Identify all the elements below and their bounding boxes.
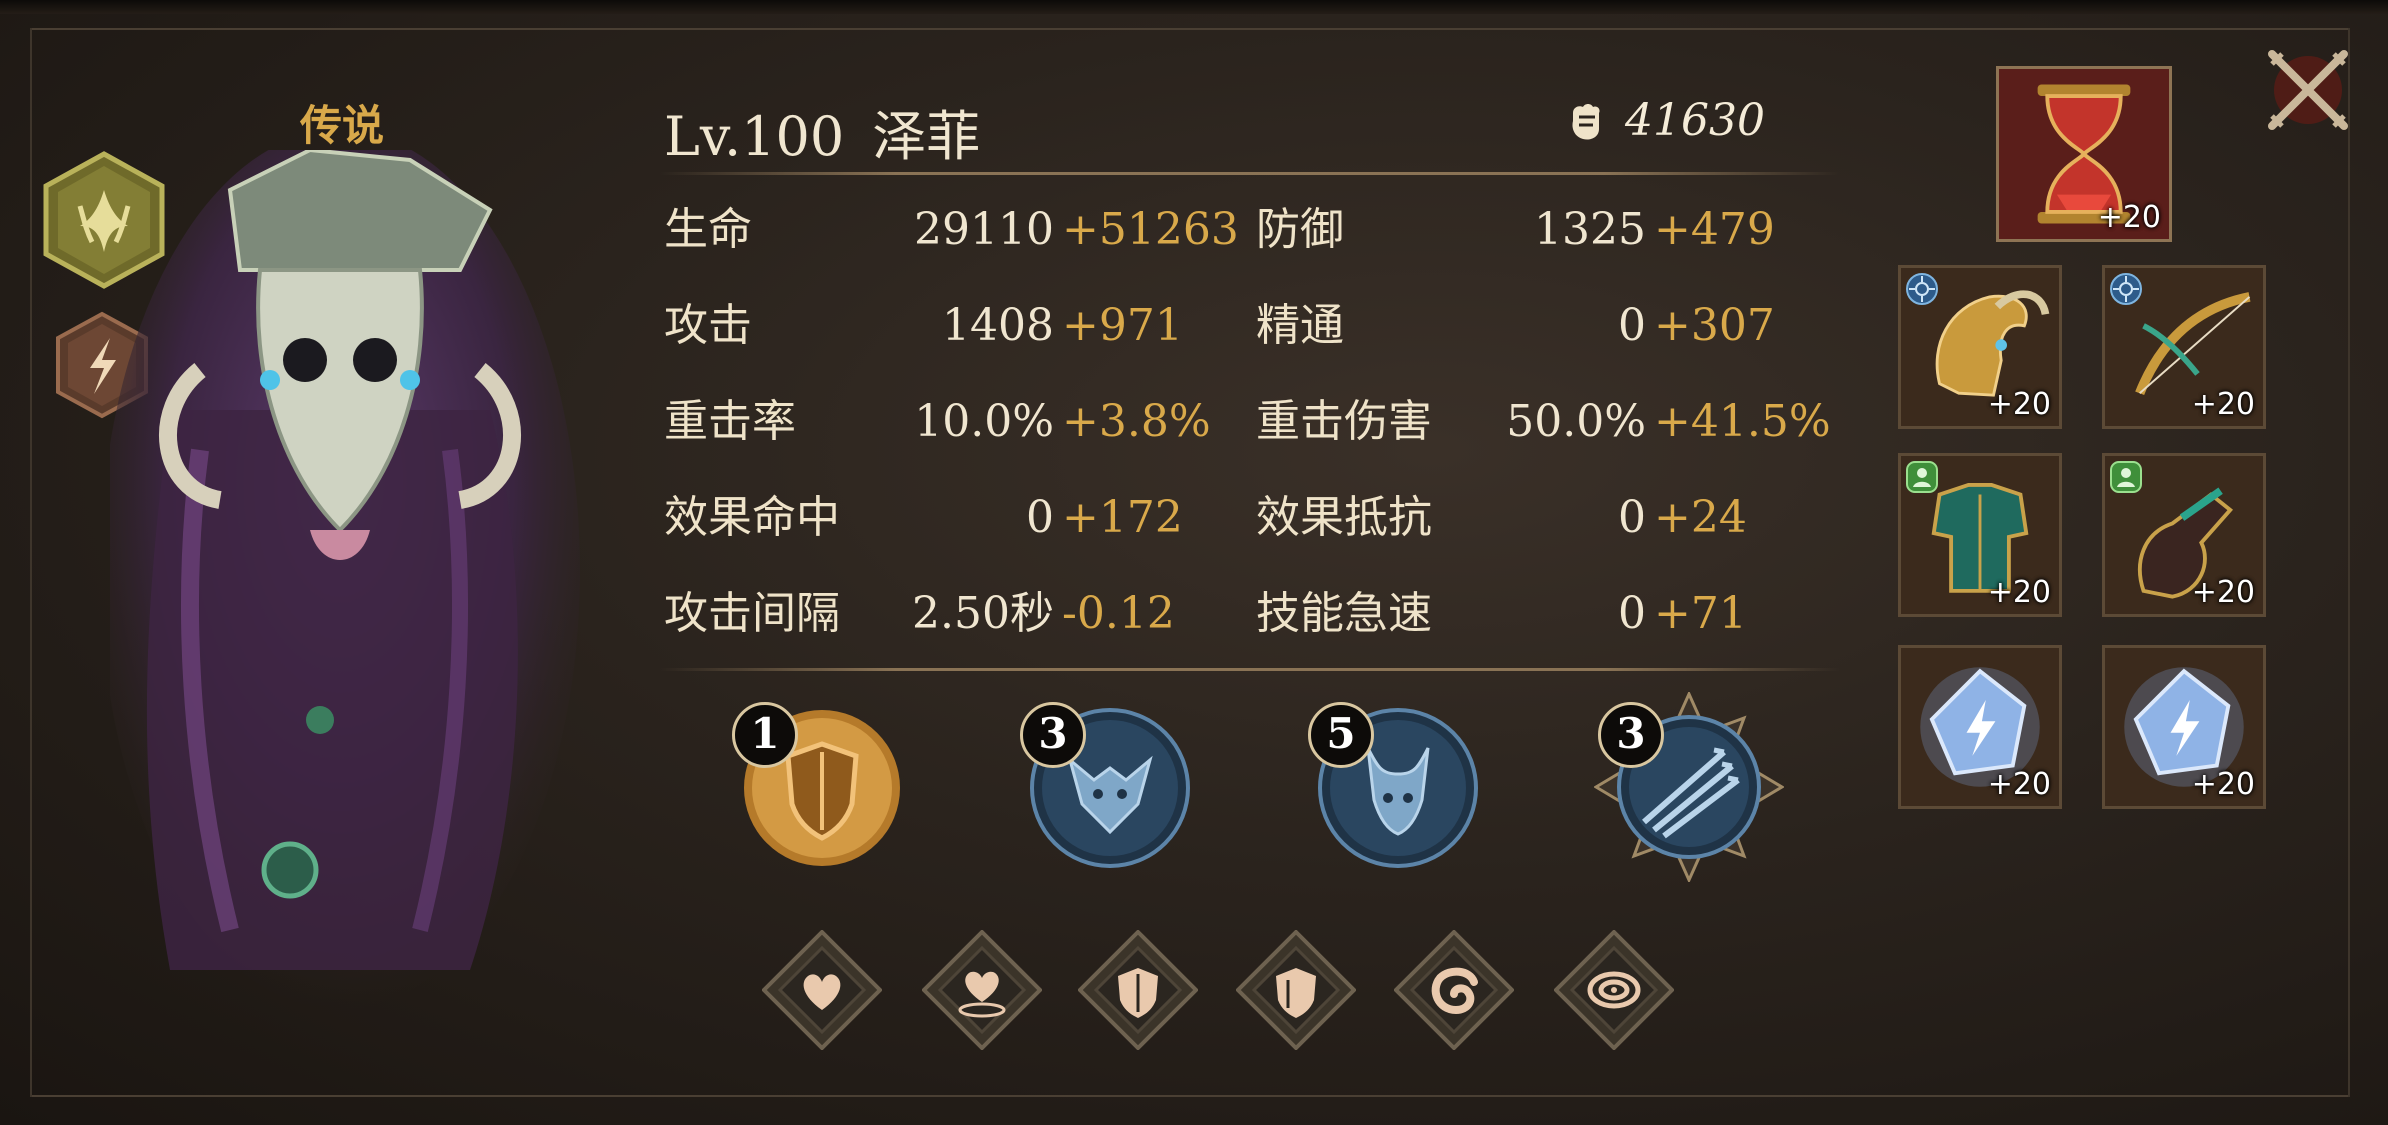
stat-bonus: +172 <box>1062 492 1183 543</box>
target-badge-icon <box>2110 273 2142 305</box>
panel-border <box>30 28 2350 30</box>
stat-base: 1325 <box>1534 204 1646 255</box>
heart-aura-rune-icon[interactable] <box>922 930 1042 1050</box>
top-strip <box>0 0 2388 14</box>
hero-portrait <box>110 150 580 1010</box>
stat-base: 0 <box>1618 300 1646 351</box>
hero-level: Lv.100 <box>664 105 845 168</box>
stat-base: 29110 <box>914 204 1054 255</box>
stat-bonus: +479 <box>1654 204 1775 255</box>
item-level: +20 <box>1987 575 2051 610</box>
item-level: +20 <box>2097 200 2161 235</box>
stat-base: 1408 <box>942 300 1054 351</box>
stat-bonus: +3.8% <box>1062 396 1211 447</box>
gloves-slot[interactable]: +20 <box>2102 453 2266 617</box>
item-level: +20 <box>2191 575 2255 610</box>
item-level: +20 <box>2191 387 2255 422</box>
panel-border <box>2348 28 2350 1097</box>
item-level: +20 <box>1987 767 2051 802</box>
combat-power: 41630 <box>1565 95 1765 146</box>
stat-bonus: +307 <box>1654 300 1775 351</box>
stat-label: 攻击 <box>664 300 752 351</box>
stat-bonus: +971 <box>1062 300 1183 351</box>
stat-bonus: +71 <box>1654 588 1747 639</box>
rarity-label: 传说 <box>300 101 385 150</box>
stat-base: 50.0% <box>1506 396 1646 447</box>
swirl-rune-icon[interactable] <box>1394 930 1514 1050</box>
crystal-slot[interactable]: +20 <box>2102 645 2266 809</box>
stat-base: 10.0% <box>914 396 1054 447</box>
item-level: +20 <box>2191 767 2255 802</box>
stat-base: 0 <box>1618 492 1646 543</box>
stat-base: 2.50秒 <box>912 588 1054 639</box>
shield-rune-icon[interactable] <box>1236 930 1356 1050</box>
stat-bonus: +24 <box>1654 492 1747 543</box>
stat-bonus: -0.12 <box>1062 588 1175 639</box>
stat-base: 0 <box>1618 588 1646 639</box>
person-badge-icon <box>1906 461 1938 493</box>
skill-level-badge: 1 <box>732 702 798 768</box>
skill-level-badge: 5 <box>1308 702 1374 768</box>
helmet-slot[interactable]: +20 <box>1898 265 2062 429</box>
stat-label: 精通 <box>1256 300 1344 351</box>
power-value: 41630 <box>1625 95 1765 146</box>
weapon-slot[interactable]: +20 <box>2102 265 2266 429</box>
hero-title: Lv.100 泽菲 <box>664 92 980 171</box>
stat-base: 0 <box>1026 492 1054 543</box>
person-badge-icon <box>2110 461 2142 493</box>
stats-divider <box>660 668 1840 671</box>
panel-border <box>30 1095 2350 1097</box>
spiral-rune-icon[interactable] <box>1554 930 1674 1050</box>
heart-rune-icon[interactable] <box>762 930 882 1050</box>
skill-level-badge: 3 <box>1020 702 1086 768</box>
skill-level-badge: 3 <box>1598 702 1664 768</box>
armor-slot[interactable]: +20 <box>1898 453 2062 617</box>
panel-border <box>30 28 32 1097</box>
close-icon[interactable] <box>2258 40 2358 140</box>
stat-label: 防御 <box>1256 204 1344 255</box>
item-level: +20 <box>1987 387 2051 422</box>
crystal-slot[interactable]: +20 <box>1898 645 2062 809</box>
header-divider <box>660 172 1840 175</box>
hero-name: 泽菲 <box>872 105 981 168</box>
shield-rune-icon[interactable] <box>1078 930 1198 1050</box>
artifact-slot[interactable]: +20 <box>1996 66 2172 242</box>
fist-icon <box>1572 103 1600 140</box>
stat-label: 生命 <box>664 204 752 255</box>
target-badge-icon <box>1906 273 1938 305</box>
stat-bonus: +51263 <box>1062 204 1239 255</box>
stat-bonus: +41.5% <box>1654 396 1831 447</box>
